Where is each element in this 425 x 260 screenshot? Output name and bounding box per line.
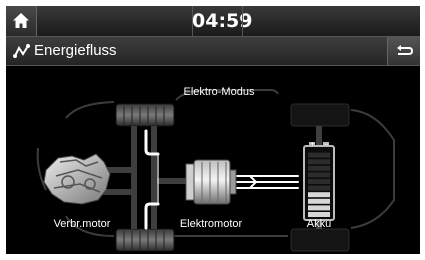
battery-cell-empty [308,165,330,171]
home-icon [13,13,29,28]
battery-cell-empty [308,185,330,191]
battery-cell-filled [308,198,330,204]
front-left-tire [115,103,175,127]
status-area-right [242,6,253,36]
svg-text:+: + [310,141,315,148]
front-right-tire [115,228,175,252]
energy-flow-graphic: + − Elektro-Modus Verbr.motor Elektromot… [36,86,395,252]
clock: 04:59 [192,10,253,32]
back-arrow-icon [397,45,414,55]
head-unit-screen: 04:59 Energiefluss + − Elektro-Modus Ver… [6,6,420,254]
motor-label: Elektromotor [180,218,243,230]
battery-cell-empty [308,159,330,165]
rear-right-tire [290,228,350,252]
electric-motor [185,159,237,205]
svg-text:−: − [324,141,329,148]
battery-cell-empty [308,152,330,158]
mode-label: Elektro-Modus [184,86,255,98]
home-button[interactable] [6,6,37,36]
rear-left-tire [290,103,350,127]
battery-cell-filled [308,205,330,211]
status-area-left [36,6,193,36]
battery-cell-filled [308,192,330,198]
battery-cell-empty [308,172,330,178]
back-button[interactable] [387,37,420,65]
page-title: Energiefluss [34,42,117,59]
battery-cell-empty [308,179,330,184]
engine-label: Verbr.motor [54,218,111,230]
title-bar: Energiefluss [6,37,420,66]
status-bar: 04:59 [6,6,420,37]
battery-cell-filled [308,212,330,217]
energy-flow-diagram: + − Elektro-Modus Verbr.motor Elektromot… [6,66,420,254]
energy-flow-icon [13,44,30,58]
battery: + − [303,141,335,221]
battery-label: Akku [307,218,331,230]
combustion-engine [43,153,111,205]
